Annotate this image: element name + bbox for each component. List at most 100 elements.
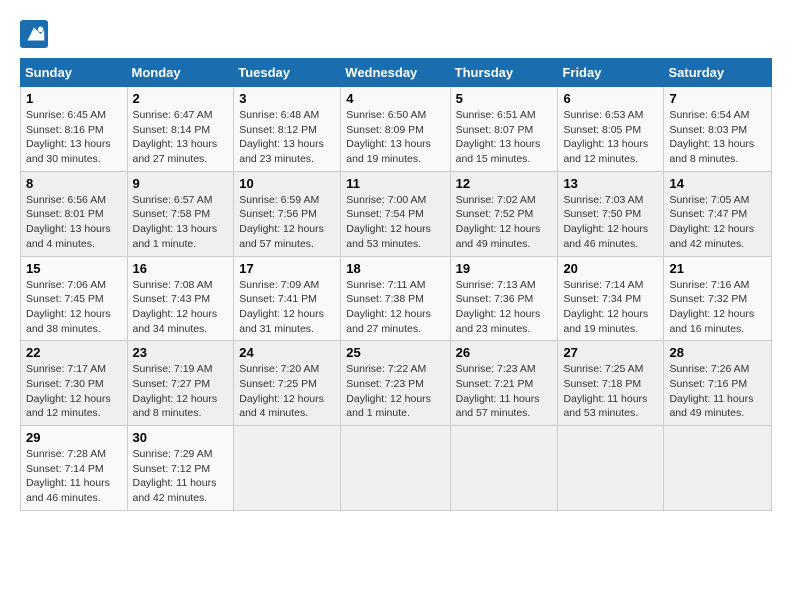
day-number: 14 <box>669 176 766 191</box>
dow-header-thursday: Thursday <box>450 59 558 87</box>
day-detail: Sunrise: 7:00 AM Sunset: 7:54 PM Dayligh… <box>346 193 444 252</box>
logo <box>20 20 52 48</box>
day-detail: Sunrise: 6:56 AM Sunset: 8:01 PM Dayligh… <box>26 193 122 252</box>
calendar-cell: 18 Sunrise: 7:11 AM Sunset: 7:38 PM Dayli… <box>341 256 450 341</box>
calendar-cell: 8 Sunrise: 6:56 AM Sunset: 8:01 PM Daylig… <box>21 171 128 256</box>
calendar-cell: 2 Sunrise: 6:47 AM Sunset: 8:14 PM Daylig… <box>127 87 234 172</box>
calendar-cell <box>341 426 450 511</box>
day-detail: Sunrise: 7:05 AM Sunset: 7:47 PM Dayligh… <box>669 193 766 252</box>
calendar-cell: 28 Sunrise: 7:26 AM Sunset: 7:16 PM Dayli… <box>664 341 772 426</box>
day-detail: Sunrise: 6:51 AM Sunset: 8:07 PM Dayligh… <box>456 108 553 167</box>
day-detail: Sunrise: 7:23 AM Sunset: 7:21 PM Dayligh… <box>456 362 553 421</box>
day-detail: Sunrise: 7:25 AM Sunset: 7:18 PM Dayligh… <box>563 362 658 421</box>
dow-header-saturday: Saturday <box>664 59 772 87</box>
calendar-cell: 7 Sunrise: 6:54 AM Sunset: 8:03 PM Daylig… <box>664 87 772 172</box>
calendar-cell: 3Sunrise: 6:48 AM Sunset: 8:12 PM Daylig… <box>234 87 341 172</box>
day-number: 12 <box>456 176 553 191</box>
calendar-cell: 17 Sunrise: 7:09 AM Sunset: 7:41 PM Dayli… <box>234 256 341 341</box>
calendar-cell: 9 Sunrise: 6:57 AM Sunset: 7:58 PM Daylig… <box>127 171 234 256</box>
calendar-cell: 10 Sunrise: 6:59 AM Sunset: 7:56 PM Dayli… <box>234 171 341 256</box>
day-detail: Sunrise: 7:13 AM Sunset: 7:36 PM Dayligh… <box>456 278 553 337</box>
day-number: 20 <box>563 261 658 276</box>
day-detail: Sunrise: 7:08 AM Sunset: 7:43 PM Dayligh… <box>133 278 229 337</box>
calendar-cell: 15 Sunrise: 7:06 AM Sunset: 7:45 PM Dayli… <box>21 256 128 341</box>
day-number: 1 <box>26 91 122 106</box>
calendar-cell: 16 Sunrise: 7:08 AM Sunset: 7:43 PM Dayli… <box>127 256 234 341</box>
calendar-cell: 20 Sunrise: 7:14 AM Sunset: 7:34 PM Dayli… <box>558 256 664 341</box>
day-number: 23 <box>133 345 229 360</box>
day-detail: Sunrise: 7:20 AM Sunset: 7:25 PM Dayligh… <box>239 362 335 421</box>
day-detail: Sunrise: 7:11 AM Sunset: 7:38 PM Dayligh… <box>346 278 444 337</box>
dow-header-wednesday: Wednesday <box>341 59 450 87</box>
calendar-cell: 23 Sunrise: 7:19 AM Sunset: 7:27 PM Dayli… <box>127 341 234 426</box>
day-number: 24 <box>239 345 335 360</box>
logo-icon <box>20 20 48 48</box>
day-detail: Sunrise: 6:57 AM Sunset: 7:58 PM Dayligh… <box>133 193 229 252</box>
day-number: 8 <box>26 176 122 191</box>
day-number: 16 <box>133 261 229 276</box>
day-detail: Sunrise: 7:17 AM Sunset: 7:30 PM Dayligh… <box>26 362 122 421</box>
calendar-cell: 26 Sunrise: 7:23 AM Sunset: 7:21 PM Dayli… <box>450 341 558 426</box>
calendar-week-1: 1 Sunrise: 6:45 AM Sunset: 8:16 PM Daylig… <box>21 87 772 172</box>
day-detail: Sunrise: 7:06 AM Sunset: 7:45 PM Dayligh… <box>26 278 122 337</box>
calendar-cell: 25Sunrise: 7:22 AM Sunset: 7:23 PM Dayli… <box>341 341 450 426</box>
day-detail: Sunrise: 7:29 AM Sunset: 7:12 PM Dayligh… <box>133 447 229 506</box>
page-header <box>20 20 772 48</box>
day-number: 30 <box>133 430 229 445</box>
day-detail: Sunrise: 7:02 AM Sunset: 7:52 PM Dayligh… <box>456 193 553 252</box>
calendar-week-4: 22 Sunrise: 7:17 AM Sunset: 7:30 PM Dayli… <box>21 341 772 426</box>
day-number: 22 <box>26 345 122 360</box>
day-detail: Sunrise: 7:16 AM Sunset: 7:32 PM Dayligh… <box>669 278 766 337</box>
day-number: 7 <box>669 91 766 106</box>
calendar-cell: 30 Sunrise: 7:29 AM Sunset: 7:12 PM Dayli… <box>127 426 234 511</box>
calendar-cell <box>450 426 558 511</box>
day-detail: Sunrise: 6:45 AM Sunset: 8:16 PM Dayligh… <box>26 108 122 167</box>
calendar-cell <box>234 426 341 511</box>
calendar-cell: 6Sunrise: 6:53 AM Sunset: 8:05 PM Daylig… <box>558 87 664 172</box>
calendar-cell: 27 Sunrise: 7:25 AM Sunset: 7:18 PM Dayli… <box>558 341 664 426</box>
calendar-cell: 19 Sunrise: 7:13 AM Sunset: 7:36 PM Dayli… <box>450 256 558 341</box>
day-detail: Sunrise: 7:22 AM Sunset: 7:23 PM Dayligh… <box>346 362 444 421</box>
calendar-cell: 24 Sunrise: 7:20 AM Sunset: 7:25 PM Dayli… <box>234 341 341 426</box>
day-detail: Sunrise: 7:19 AM Sunset: 7:27 PM Dayligh… <box>133 362 229 421</box>
dow-header-monday: Monday <box>127 59 234 87</box>
day-number: 26 <box>456 345 553 360</box>
calendar-week-3: 15 Sunrise: 7:06 AM Sunset: 7:45 PM Dayli… <box>21 256 772 341</box>
day-number: 4 <box>346 91 444 106</box>
day-number: 17 <box>239 261 335 276</box>
day-detail: Sunrise: 6:47 AM Sunset: 8:14 PM Dayligh… <box>133 108 229 167</box>
calendar-cell: 14 Sunrise: 7:05 AM Sunset: 7:47 PM Dayli… <box>664 171 772 256</box>
day-number: 28 <box>669 345 766 360</box>
day-number: 15 <box>26 261 122 276</box>
calendar-cell: 22 Sunrise: 7:17 AM Sunset: 7:30 PM Dayli… <box>21 341 128 426</box>
calendar-week-2: 8 Sunrise: 6:56 AM Sunset: 8:01 PM Daylig… <box>21 171 772 256</box>
day-number: 2 <box>133 91 229 106</box>
day-detail: Sunrise: 7:26 AM Sunset: 7:16 PM Dayligh… <box>669 362 766 421</box>
calendar-cell: 21Sunrise: 7:16 AM Sunset: 7:32 PM Dayli… <box>664 256 772 341</box>
day-number: 10 <box>239 176 335 191</box>
dow-header-tuesday: Tuesday <box>234 59 341 87</box>
calendar-cell: 12 Sunrise: 7:02 AM Sunset: 7:52 PM Dayli… <box>450 171 558 256</box>
day-number: 18 <box>346 261 444 276</box>
day-detail: Sunrise: 6:59 AM Sunset: 7:56 PM Dayligh… <box>239 193 335 252</box>
day-detail: Sunrise: 7:09 AM Sunset: 7:41 PM Dayligh… <box>239 278 335 337</box>
day-number: 9 <box>133 176 229 191</box>
calendar-cell: 1 Sunrise: 6:45 AM Sunset: 8:16 PM Daylig… <box>21 87 128 172</box>
calendar-cell <box>558 426 664 511</box>
day-detail: Sunrise: 6:50 AM Sunset: 8:09 PM Dayligh… <box>346 108 444 167</box>
calendar-table: SundayMondayTuesdayWednesdayThursdayFrid… <box>20 58 772 511</box>
day-number: 13 <box>563 176 658 191</box>
dow-header-friday: Friday <box>558 59 664 87</box>
day-number: 3 <box>239 91 335 106</box>
day-number: 11 <box>346 176 444 191</box>
day-number: 19 <box>456 261 553 276</box>
day-number: 29 <box>26 430 122 445</box>
day-number: 27 <box>563 345 658 360</box>
calendar-cell: 29Sunrise: 7:28 AM Sunset: 7:14 PM Dayli… <box>21 426 128 511</box>
dow-header-sunday: Sunday <box>21 59 128 87</box>
day-detail: Sunrise: 7:14 AM Sunset: 7:34 PM Dayligh… <box>563 278 658 337</box>
calendar-cell: 13Sunrise: 7:03 AM Sunset: 7:50 PM Dayli… <box>558 171 664 256</box>
day-detail: Sunrise: 6:54 AM Sunset: 8:03 PM Dayligh… <box>669 108 766 167</box>
calendar-cell: 5Sunrise: 6:51 AM Sunset: 8:07 PM Daylig… <box>450 87 558 172</box>
calendar-cell <box>664 426 772 511</box>
